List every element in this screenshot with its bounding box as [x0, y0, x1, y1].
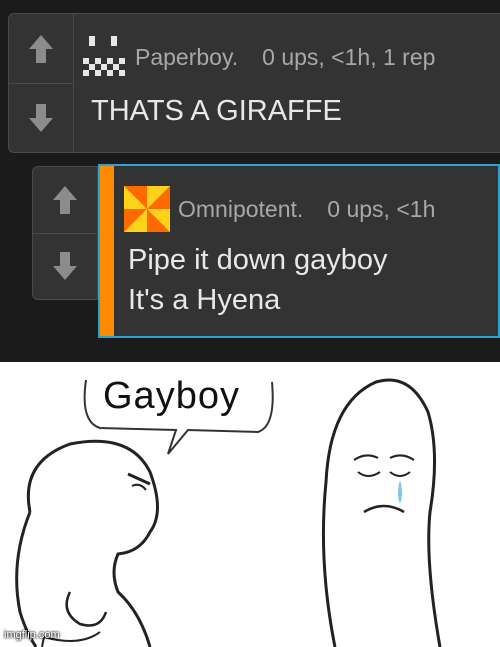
- vote-column: [9, 14, 74, 152]
- comic-panel: [0, 362, 500, 647]
- arrow-down-icon: [29, 103, 53, 132]
- username[interactable]: Omnipotent.: [178, 196, 303, 223]
- comic-drawing: [15, 378, 442, 647]
- comment-meta: Paperboy. 0 ups, <1h, 1 rep: [81, 34, 435, 80]
- arrow-up-icon: [53, 186, 77, 214]
- downvote-button[interactable]: [33, 233, 97, 299]
- comment-content: Omnipotent. 0 ups, <1h Pipe it down gayb…: [124, 166, 498, 336]
- comment-line: Pipe it down gayboy: [128, 244, 388, 276]
- comment-text: Pipe it down gayboy It's a Hyena: [128, 240, 388, 320]
- imgflip-watermark: imgflip.com: [4, 629, 60, 641]
- comment-stats: 0 ups, <1h, 1 rep: [262, 43, 436, 70]
- reply-accent-bar: [100, 166, 114, 336]
- pixel-face-avatar-icon[interactable]: [81, 34, 127, 80]
- upvote-button[interactable]: [9, 14, 73, 84]
- arrow-up-icon: [29, 34, 53, 63]
- username[interactable]: Paperboy.: [135, 44, 238, 71]
- comment-line: It's a Hyena: [128, 284, 281, 316]
- highlighted-reply: Omnipotent. 0 ups, <1h Pipe it down gayb…: [98, 164, 500, 338]
- comment-content: Paperboy. 0 ups, <1h, 1 rep THATS A GIRA…: [81, 14, 500, 152]
- comment-text: THATS A GIRAFFE: [91, 95, 342, 127]
- arrow-down-icon: [53, 252, 77, 280]
- speech-bubble-text: Gayboy: [103, 375, 240, 417]
- comment-paperboy: Paperboy. 0 ups, <1h, 1 rep THATS A GIRA…: [8, 13, 500, 153]
- upvote-button[interactable]: [33, 167, 97, 234]
- downvote-button[interactable]: [9, 83, 73, 152]
- comment-stats: 0 ups, <1h: [327, 195, 436, 222]
- comment-meta: Omnipotent. 0 ups, <1h: [124, 186, 435, 232]
- comments-panel: Paperboy. 0 ups, <1h, 1 rep THATS A GIRA…: [0, 0, 500, 362]
- pinwheel-avatar-icon[interactable]: [124, 186, 170, 232]
- vote-column: [33, 167, 98, 299]
